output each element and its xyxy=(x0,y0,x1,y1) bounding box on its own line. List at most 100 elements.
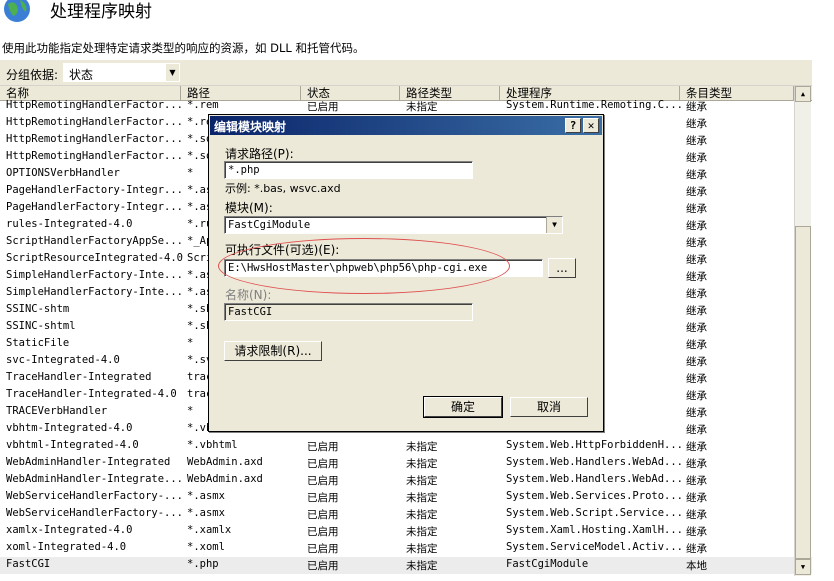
table-cell: 继承 xyxy=(686,424,707,436)
table-cell: 本地 xyxy=(686,560,707,572)
table-cell: 继承 xyxy=(686,135,707,147)
table-cell: HttpRemotingHandlerFactor... xyxy=(6,133,183,145)
table-cell: System.Web.HttpForbiddenH... xyxy=(506,439,682,451)
scroll-up-icon[interactable]: ▲ xyxy=(795,86,811,102)
table-cell: 未指定 xyxy=(406,526,438,538)
table-cell: System.Web.Handlers.WebAd... xyxy=(506,456,682,468)
page-description: 使用此功能指定处理特定请求类型的响应的资源，如 DLL 和托管代码。 xyxy=(2,41,365,55)
table-cell: 继承 xyxy=(686,509,707,521)
table-cell: *.php xyxy=(187,558,219,570)
table-cell: xamlx-Integrated-4.0 xyxy=(6,524,133,536)
table-cell: 继承 xyxy=(686,305,707,317)
table-cell: WebAdmin.axd xyxy=(187,456,263,468)
chevron-down-icon[interactable]: ▼ xyxy=(546,217,562,233)
table-cell: 未指定 xyxy=(406,560,438,572)
table-cell: 已启用 xyxy=(307,458,339,470)
table-cell: 继承 xyxy=(686,152,707,164)
cancel-button[interactable]: 取消 xyxy=(510,397,588,417)
table-cell: xoml-Integrated-4.0 xyxy=(6,541,127,553)
table-cell: 继承 xyxy=(686,373,707,385)
table-row[interactable]: WebServiceHandlerFactory-... *.asmx 已启用 未指定… xyxy=(0,506,812,523)
dialog-titlebar[interactable]: 编辑模块映射 ? ✕ xyxy=(210,116,602,135)
request-restrictions-button[interactable]: 请求限制(R)... xyxy=(224,341,322,361)
table-cell: 未指定 xyxy=(406,492,438,504)
table-cell: 继承 xyxy=(686,322,707,334)
table-cell: *.asmx xyxy=(187,490,225,502)
table-cell: ScriptResourceIntegrated-4.0 xyxy=(6,252,183,264)
table-cell: 继承 xyxy=(686,543,707,555)
table-cell: WebAdminHandler-Integrate... xyxy=(6,473,183,485)
table-row[interactable]: xoml-Integrated-4.0 *.xoml 已启用 未指定 System.Se… xyxy=(0,540,812,557)
table-cell: 继承 xyxy=(686,526,707,538)
chevron-down-icon[interactable]: ▼ xyxy=(166,64,179,81)
table-cell: 继承 xyxy=(686,407,707,419)
page-header: 处理程序映射 xyxy=(0,0,834,38)
table-cell: WebAdmin.axd xyxy=(187,473,263,485)
table-row[interactable]: xamlx-Integrated-4.0 *.xamlx 已启用 未指定 System.… xyxy=(0,523,812,540)
ok-button[interactable]: 确定 xyxy=(423,396,503,418)
table-cell: ScriptHandlerFactoryAppSe... xyxy=(6,235,183,247)
table-cell: System.Web.Services.Proto... xyxy=(506,490,682,502)
table-cell: HttpRemotingHandlerFactor... xyxy=(6,116,183,128)
table-cell: WebAdminHandler-Integrated xyxy=(6,456,171,468)
table-row[interactable]: WebAdminHandler-Integrated WebAdmin.axd 已启… xyxy=(0,455,812,472)
table-cell: *.rem xyxy=(187,99,219,111)
table-cell: *.xoml xyxy=(187,541,225,553)
table-cell: FastCGI xyxy=(6,558,51,570)
table-cell: TraceHandler-Integrated xyxy=(6,371,152,383)
table-cell: 继承 xyxy=(686,186,707,198)
table-cell: *.xamlx xyxy=(187,524,232,536)
table-cell: System.ServiceModel.Activ... xyxy=(506,541,682,553)
table-row[interactable]: HttpRemotingHandlerFactor... *.rem 已启用 未指定 S… xyxy=(0,98,812,115)
groupby-select[interactable]: 状态 ▼ xyxy=(63,63,180,82)
browse-button[interactable]: ... xyxy=(548,258,576,278)
help-button[interactable]: ? xyxy=(565,118,581,133)
table-cell: 继承 xyxy=(686,492,707,504)
table-cell: System.Web.Handlers.WebAd... xyxy=(506,473,682,485)
table-cell: 继承 xyxy=(686,271,707,283)
table-cell: 继承 xyxy=(686,237,707,249)
table-cell: vbhtml-Integrated-4.0 xyxy=(6,439,139,451)
example-text: 示例: *.bas, wsvc.axd xyxy=(225,182,341,195)
table-cell: *.vbhtml xyxy=(187,439,238,451)
table-row[interactable]: WebServiceHandlerFactory-... *.asmx 已启用 未指定… xyxy=(0,489,812,506)
table-cell: System.Xaml.Hosting.XamlH... xyxy=(506,524,682,536)
module-select[interactable]: FastCgiModule ▼ xyxy=(224,216,563,234)
table-cell: 已启用 xyxy=(307,560,339,572)
table-cell: 已启用 xyxy=(307,509,339,521)
table-row[interactable]: FastCGI *.php 已启用 未指定 FastCgiModule 本地 xyxy=(0,557,812,574)
module-label: 模块(M): xyxy=(225,201,273,215)
table-cell: 继承 xyxy=(686,356,707,368)
table-cell: WebServiceHandlerFactory-... xyxy=(6,490,183,502)
groupby-value: 状态 xyxy=(69,68,94,82)
table-row[interactable]: vbhtml-Integrated-4.0 *.vbhtml 已启用 未指定 Syste… xyxy=(0,438,812,455)
table-cell: 未指定 xyxy=(406,441,438,453)
table-cell: SSINC-shtml xyxy=(6,320,76,332)
table-cell: 已启用 xyxy=(307,543,339,555)
table-cell: HttpRemotingHandlerFactor... xyxy=(6,150,183,162)
table-cell: 未指定 xyxy=(406,475,438,487)
dialog-title: 编辑模块映射 xyxy=(214,120,287,134)
scroll-down-icon[interactable]: ▼ xyxy=(795,559,811,575)
table-cell: 未指定 xyxy=(406,101,438,113)
table-cell: 继承 xyxy=(686,339,707,351)
table-cell: 继承 xyxy=(686,169,707,181)
table-row[interactable]: WebAdminHandler-Integrate... WebAdmin.axd… xyxy=(0,472,812,489)
table-cell: 继承 xyxy=(686,220,707,232)
page-title: 处理程序映射 xyxy=(50,2,152,22)
close-button[interactable]: ✕ xyxy=(583,118,599,133)
table-cell: 已启用 xyxy=(307,475,339,487)
table-cell: 已启用 xyxy=(307,101,339,113)
table-cell: 继承 xyxy=(686,390,707,402)
annotation-ellipse xyxy=(218,238,510,294)
table-cell: StaticFile xyxy=(6,337,70,349)
vertical-scrollbar[interactable]: ▲ ▼ xyxy=(794,86,811,576)
table-cell: rules-Integrated-4.0 xyxy=(6,218,133,230)
table-cell: 继承 xyxy=(686,101,707,113)
table-cell: WebServiceHandlerFactory-... xyxy=(6,507,183,519)
table-cell: vbhtm-Integrated-4.0 xyxy=(6,422,133,434)
scrollbar-thumb[interactable] xyxy=(795,226,811,559)
request-path-input[interactable]: *.php xyxy=(224,161,473,179)
table-cell: FastCgiModule xyxy=(506,558,589,570)
table-cell: 继承 xyxy=(686,458,707,470)
